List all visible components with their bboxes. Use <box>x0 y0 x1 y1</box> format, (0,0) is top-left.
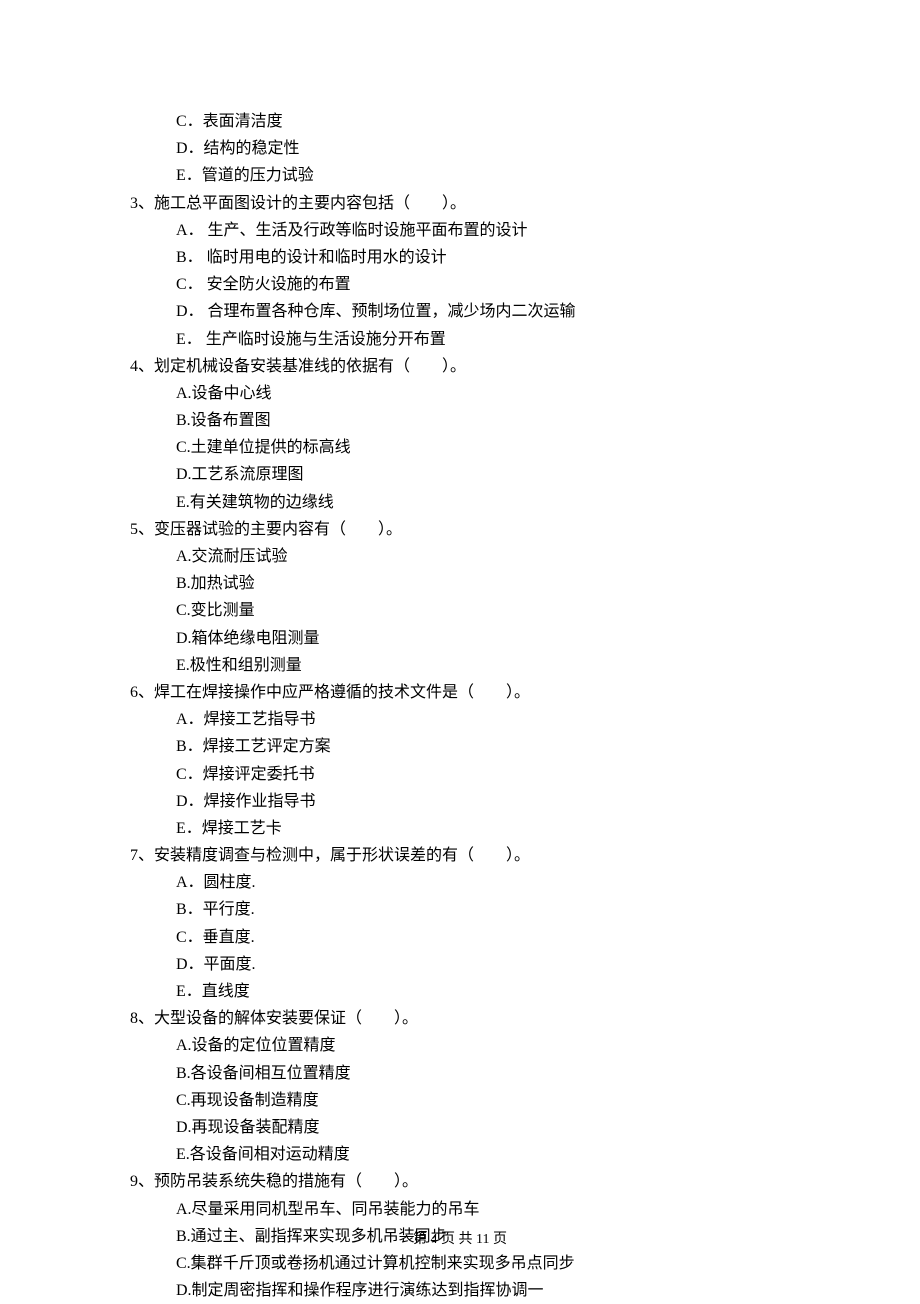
option-7d: D．平面度. <box>130 951 830 978</box>
option-4b: B.设备布置图 <box>130 407 830 434</box>
option-5d: D.箱体绝缘电阻测量 <box>130 625 830 652</box>
question-6: 6、焊工在焊接操作中应严格遵循的技术文件是（ ）。 <box>130 679 830 706</box>
question-9: 9、预防吊装系统失稳的措施有（ ）。 <box>130 1168 830 1195</box>
option-6a: A．焊接工艺指导书 <box>130 706 830 733</box>
option-8c: C.再现设备制造精度 <box>130 1087 830 1114</box>
option-5b: B.加热试验 <box>130 570 830 597</box>
option-9c: C.集群千斤顶或卷扬机通过计算机控制来实现多吊点同步 <box>130 1250 830 1277</box>
option-3d: D． 合理布置各种仓库、预制场位置，减少场内二次运输 <box>130 298 830 325</box>
document-content: C．表面清洁度 D．结构的稳定性 E．管道的压力试验 3、施工总平面图设计的主要… <box>130 108 830 1304</box>
option-2c: C．表面清洁度 <box>130 108 830 135</box>
question-3: 3、施工总平面图设计的主要内容包括（ ）。 <box>130 190 830 217</box>
question-4: 4、划定机械设备安装基准线的依据有（ ）。 <box>130 353 830 380</box>
option-4c: C.土建单位提供的标高线 <box>130 434 830 461</box>
option-7e: E．直线度 <box>130 978 830 1005</box>
option-5a: A.交流耐压试验 <box>130 543 830 570</box>
option-2e: E．管道的压力试验 <box>130 162 830 189</box>
option-8b: B.各设备间相互位置精度 <box>130 1060 830 1087</box>
option-7a: A．圆柱度. <box>130 869 830 896</box>
option-3c: C． 安全防火设施的布置 <box>130 271 830 298</box>
option-4d: D.工艺系流原理图 <box>130 461 830 488</box>
option-6b: B．焊接工艺评定方案 <box>130 733 830 760</box>
option-3b: B． 临时用电的设计和临时用水的设计 <box>130 244 830 271</box>
option-3a: A． 生产、生活及行政等临时设施平面布置的设计 <box>130 217 830 244</box>
option-5c: C.变比测量 <box>130 597 830 624</box>
option-3e: E． 生产临时设施与生活设施分开布置 <box>130 326 830 353</box>
page-footer: 第 4 页 共 11 页 <box>0 1228 920 1252</box>
option-2d: D．结构的稳定性 <box>130 135 830 162</box>
question-8: 8、大型设备的解体安装要保证（ ）。 <box>130 1005 830 1032</box>
option-8e: E.各设备间相对运动精度 <box>130 1141 830 1168</box>
question-5: 5、变压器试验的主要内容有（ ）。 <box>130 516 830 543</box>
option-7c: C．垂直度. <box>130 924 830 951</box>
option-4e: E.有关建筑物的边缘线 <box>130 489 830 516</box>
option-9d: D.制定周密指挥和操作程序进行演练达到指挥协调一 <box>130 1277 830 1304</box>
option-5e: E.极性和组别测量 <box>130 652 830 679</box>
question-7: 7、安装精度调查与检测中，属于形状误差的有（ ）。 <box>130 842 830 869</box>
option-6c: C．焊接评定委托书 <box>130 761 830 788</box>
option-9a: A.尽量采用同机型吊车、同吊装能力的吊车 <box>130 1196 830 1223</box>
option-8d: D.再现设备装配精度 <box>130 1114 830 1141</box>
option-8a: A.设备的定位位置精度 <box>130 1032 830 1059</box>
option-6e: E．焊接工艺卡 <box>130 815 830 842</box>
option-7b: B．平行度. <box>130 896 830 923</box>
option-4a: A.设备中心线 <box>130 380 830 407</box>
option-6d: D．焊接作业指导书 <box>130 788 830 815</box>
